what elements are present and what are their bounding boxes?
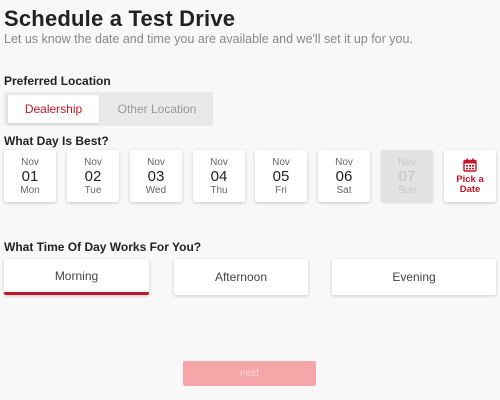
page-title: Schedule a Test Drive	[4, 6, 236, 31]
day-weekday: Sun	[398, 184, 416, 196]
day-month: Nov	[210, 156, 228, 168]
day-weekday: Tue	[84, 184, 102, 196]
day-number: 02	[84, 167, 102, 185]
location-option-other[interactable]: Other Location	[102, 95, 212, 123]
day-card-nov-03[interactable]: Nov 03 Wed	[130, 150, 182, 202]
day-number: 06	[335, 167, 353, 185]
pick-date-label: Pick a Date	[456, 173, 484, 195]
day-number: 04	[210, 167, 228, 185]
day-weekday: Wed	[145, 184, 167, 196]
day-weekday: Fri	[275, 184, 287, 196]
location-toggle: Dealership Other Location	[4, 92, 213, 126]
page-subtitle: Let us know the date and time you are av…	[4, 32, 413, 46]
day-month: Nov	[21, 156, 39, 168]
day-card-nov-05[interactable]: Nov 05 Fri	[255, 150, 307, 202]
day-month: Nov	[398, 156, 416, 168]
day-weekday: Mon	[20, 184, 40, 196]
day-number: 01	[21, 167, 39, 185]
day-month: Nov	[335, 156, 353, 168]
day-weekday: Sat	[336, 184, 352, 196]
day-month: Nov	[147, 156, 165, 168]
day-number: 07	[398, 167, 416, 185]
time-option-morning[interactable]: Morning	[4, 259, 149, 295]
day-month: Nov	[84, 156, 102, 168]
day-card-nov-02[interactable]: Nov 02 Tue	[67, 150, 119, 202]
pick-date-button[interactable]: Pick a Date	[444, 150, 496, 202]
day-number: 03	[147, 167, 165, 185]
time-option-afternoon[interactable]: Afternoon	[174, 259, 308, 295]
day-month: Nov	[272, 156, 290, 168]
location-label: Preferred Location	[4, 74, 111, 88]
time-label: What Time Of Day Works For You?	[4, 240, 202, 254]
day-card-nov-06[interactable]: Nov 06 Sat	[318, 150, 370, 202]
day-label: What Day Is Best?	[4, 134, 109, 148]
location-option-dealership[interactable]: Dealership	[8, 95, 99, 123]
day-card-nov-04[interactable]: Nov 04 Thu	[193, 150, 245, 202]
calendar-icon	[463, 158, 477, 172]
day-number: 05	[272, 167, 290, 185]
day-weekday: Thu	[210, 184, 228, 196]
next-button[interactable]: next	[183, 361, 316, 386]
time-option-evening[interactable]: Evening	[332, 259, 496, 295]
day-card-nov-07: Nov 07 Sun	[381, 150, 433, 202]
day-card-nov-01[interactable]: Nov 01 Mon	[4, 150, 56, 202]
